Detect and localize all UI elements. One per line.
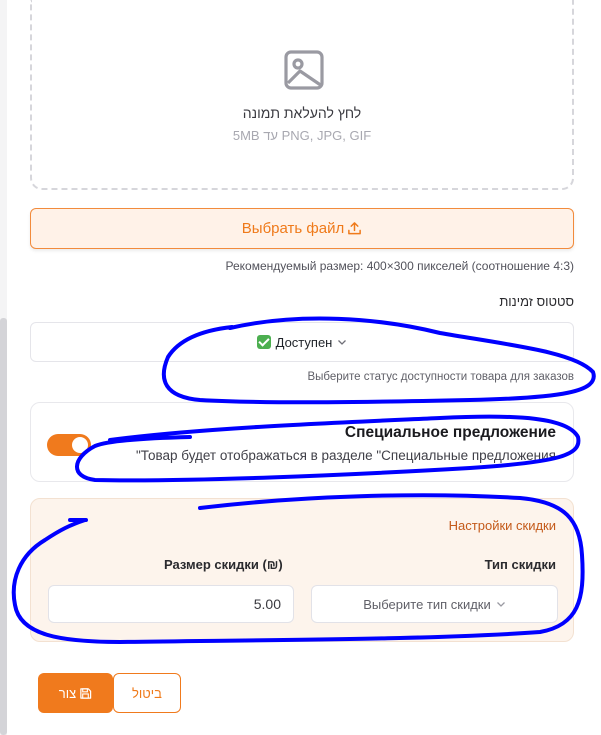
- availability-select[interactable]: Доступен: [30, 322, 574, 362]
- save-icon: [80, 687, 92, 699]
- cancel-button[interactable]: ביטול: [113, 673, 181, 713]
- availability-help: Выберите статус доступности товара для з…: [307, 371, 574, 383]
- chevron-down-icon: [496, 602, 505, 607]
- scrollbar-track[interactable]: [0, 0, 7, 735]
- discount-type-label: Тип скидки: [484, 557, 556, 572]
- choose-file-button[interactable]: Выбрать файл: [30, 208, 574, 249]
- scrollbar-thumb[interactable]: [0, 318, 7, 735]
- product-form-page: לחץ להעלאת תמונה 5MB עד PNG, JPG, GIF Вы…: [0, 0, 601, 735]
- discount-size-label: Размер скидки (₪): [164, 557, 283, 572]
- special-offer-toggle[interactable]: [47, 434, 91, 456]
- discount-size-input[interactable]: [48, 585, 294, 623]
- discount-type-placeholder: Выберите тип скидки: [363, 596, 491, 612]
- discount-type-select[interactable]: Выберите тип скидки: [311, 585, 558, 623]
- recommended-size-note: Рекомендуемый размер: 400×300 пикселей (…: [225, 259, 574, 273]
- upload-icon: [348, 222, 362, 235]
- availability-value: Доступен: [275, 334, 333, 350]
- discount-heading: Настройки скидки: [448, 518, 556, 533]
- chevron-down-icon: [338, 340, 347, 345]
- special-offer-card: Специальное предложение Товар будет отоб…: [30, 402, 574, 482]
- image-icon: [284, 50, 324, 90]
- check-icon: [256, 335, 271, 349]
- create-button[interactable]: צור: [38, 673, 113, 713]
- upload-title: לחץ להעלאת תמונה: [242, 105, 362, 121]
- discount-settings-card: Настройки скидки Размер скидки (₪) Тип с…: [30, 498, 574, 642]
- image-upload-dropzone[interactable]: לחץ להעלאת תמונה 5MB עד PNG, JPG, GIF: [30, 0, 574, 190]
- special-offer-description: Товар будет отображаться в разделе "Спец…: [135, 448, 556, 463]
- create-label: צור: [58, 685, 77, 701]
- toggle-knob: [72, 437, 88, 453]
- upload-hint: 5MB עד PNG, JPG, GIF: [232, 128, 372, 143]
- choose-file-label: Выбрать файл: [241, 220, 345, 237]
- special-offer-title: Специальное предложение: [344, 424, 556, 441]
- availability-label: סטטוס זמינות: [499, 294, 574, 309]
